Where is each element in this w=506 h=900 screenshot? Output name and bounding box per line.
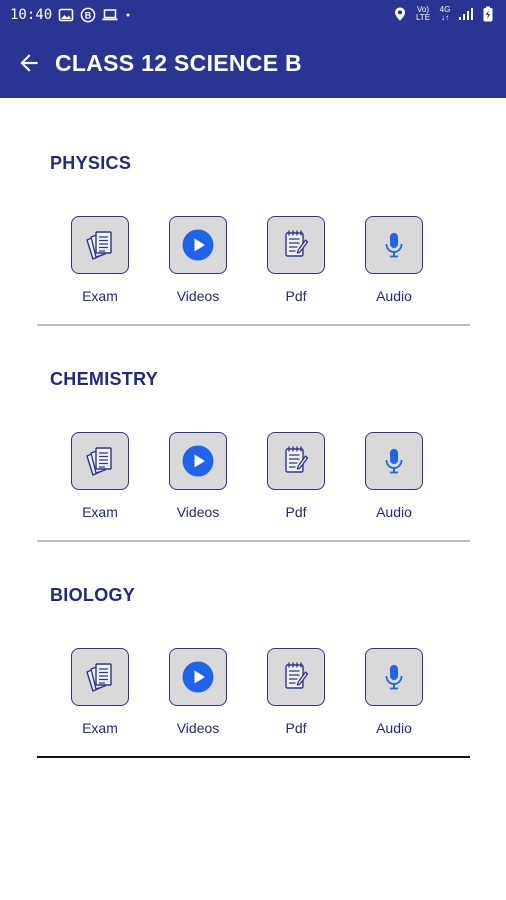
svg-text:B: B <box>85 11 92 21</box>
tile-box <box>267 432 325 490</box>
data-arrows: ↓↑ <box>441 13 449 22</box>
tile-label: Audio <box>376 288 412 304</box>
microphone-icon <box>377 228 411 262</box>
pdf-button[interactable]: Pdf <box>265 216 327 304</box>
status-left: 10:40 B <box>10 7 132 23</box>
section-physics: PHYSICS Exam Videos Pdf Audio <box>0 98 506 326</box>
microphone-icon <box>377 660 411 694</box>
b-badge-icon: B <box>80 7 96 23</box>
videos-button[interactable]: Videos <box>167 216 229 304</box>
status-time: 10:40 <box>10 7 53 23</box>
volte-lte-icon: Vo) LTE <box>414 6 432 22</box>
tile-label: Videos <box>176 288 220 304</box>
signal-bars-icon <box>458 6 474 22</box>
tile-box <box>267 216 325 274</box>
tile-box <box>267 648 325 706</box>
videos-button[interactable]: Videos <box>167 432 229 520</box>
tile-box <box>71 216 129 274</box>
battery-charging-icon <box>480 6 496 22</box>
tile-box <box>365 432 423 490</box>
tile-label: Audio <box>376 504 412 520</box>
tile-label: Exam <box>82 720 118 736</box>
tile-label: Pdf <box>285 504 307 520</box>
tile-label: Videos <box>176 504 220 520</box>
tile-label: Exam <box>82 288 118 304</box>
section-divider <box>37 756 470 758</box>
status-right: Vo) LTE 4G ↓↑ <box>392 6 496 22</box>
resource-tiles: Exam Videos Pdf Audio <box>69 216 429 316</box>
arrow-left-icon <box>20 54 38 72</box>
videos-button[interactable]: Videos <box>167 648 229 736</box>
documents-stack-icon <box>83 660 117 694</box>
tile-box <box>365 216 423 274</box>
exam-button[interactable]: Exam <box>69 648 131 736</box>
dot-icon <box>124 7 132 23</box>
exam-button[interactable]: Exam <box>69 432 131 520</box>
audio-button[interactable]: Audio <box>363 432 425 520</box>
location-icon <box>392 6 408 22</box>
exam-button[interactable]: Exam <box>69 216 131 304</box>
resource-tiles: Exam Videos Pdf Audio <box>69 648 429 748</box>
4g-signal-icon: 4G ↓↑ <box>438 6 452 22</box>
audio-button[interactable]: Audio <box>363 648 425 736</box>
tile-box <box>169 216 227 274</box>
section-title: BIOLOGY <box>50 585 136 605</box>
section-title: CHEMISTRY <box>50 369 159 389</box>
resource-tiles: Exam Videos Pdf Audio <box>69 432 429 532</box>
documents-stack-icon <box>83 444 117 478</box>
tile-label: Videos <box>176 720 220 736</box>
tile-box <box>169 432 227 490</box>
notepad-pen-icon <box>279 444 313 478</box>
image-icon <box>58 7 74 23</box>
back-button[interactable] <box>14 48 44 78</box>
pdf-button[interactable]: Pdf <box>265 432 327 520</box>
lte-label: LTE <box>415 13 431 22</box>
play-circle-icon <box>181 228 215 262</box>
microphone-icon <box>377 444 411 478</box>
section-title: PHYSICS <box>50 153 132 173</box>
section-biology: BIOLOGY Exam Videos Pdf Audio <box>0 530 506 758</box>
laptop-icon <box>102 7 118 23</box>
notepad-pen-icon <box>279 228 313 262</box>
play-circle-icon <box>181 444 215 478</box>
tile-box <box>169 648 227 706</box>
documents-stack-icon <box>83 228 117 262</box>
tile-label: Pdf <box>285 288 307 304</box>
tile-label: Exam <box>82 504 118 520</box>
app-bar: 10:40 B Vo) LTE 4G ↓↑ CLASS 12 SCIENCE B <box>0 0 506 98</box>
audio-button[interactable]: Audio <box>363 216 425 304</box>
tile-label: Audio <box>376 720 412 736</box>
section-chemistry: CHEMISTRY Exam Videos Pdf Audio <box>0 314 506 542</box>
tile-box <box>71 432 129 490</box>
status-bar: 10:40 B Vo) LTE 4G ↓↑ <box>0 0 506 32</box>
pdf-button[interactable]: Pdf <box>265 648 327 736</box>
page-title: CLASS 12 SCIENCE B <box>55 50 302 76</box>
tile-box <box>365 648 423 706</box>
notepad-pen-icon <box>279 660 313 694</box>
play-circle-icon <box>181 660 215 694</box>
tile-label: Pdf <box>285 720 307 736</box>
toolbar: CLASS 12 SCIENCE B <box>0 42 506 86</box>
tile-box <box>71 648 129 706</box>
